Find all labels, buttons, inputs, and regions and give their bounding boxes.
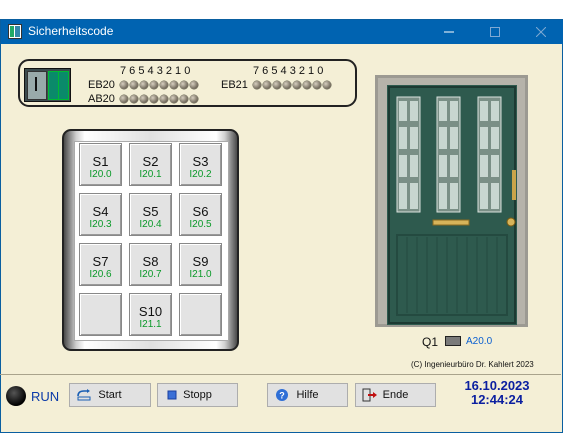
window-title: Sicherheitscode [28,24,114,38]
output-q1-label: Q1 [422,335,439,349]
key-s4[interactable]: S4 I20.3 [79,193,122,236]
minimize-icon [444,31,454,33]
close-button[interactable] [518,20,563,44]
key-s6[interactable]: S6 I20.5 [179,193,222,236]
maximize-button[interactable] [472,20,518,44]
eb21-label: EB21 [221,79,248,91]
output-q1-indicator [445,336,461,346]
ab20-leds [120,95,198,103]
copyright-text: (C) Ingenieurbüro Dr. Kahlert 2023 [411,360,534,369]
app-icon [8,24,22,39]
key-s1[interactable]: S1 I20.0 [79,143,122,186]
key-blank-right[interactable] [179,293,222,336]
key-s9[interactable]: S9 I21.0 [179,243,222,286]
eb21-leds [253,81,331,89]
key-s8[interactable]: S8 I20.7 [129,243,172,286]
key-blank-left[interactable] [79,293,122,336]
key-s10[interactable]: S10 I21.1 [129,293,172,336]
plc-icon [24,68,71,102]
date-text: 16.10.2023 [464,378,530,393]
output-q1-address: A20.0 [466,336,493,347]
eb20-label: EB20 [88,79,115,91]
key-s5[interactable]: S5 I20.4 [129,193,172,236]
hilfe-button[interactable]: ? Hilfe [267,383,348,407]
close-icon [536,27,546,37]
stopp-button[interactable]: Stopp [157,383,238,407]
separator [0,374,561,375]
keypad: S1 I20.0 S2 I20.1 S3 I20.2 S4 I20.3 S5 I20.4 … [62,129,239,351]
key-s3[interactable]: S3 I20.2 [179,143,222,186]
time-text: 12:44:24 [470,392,524,407]
minimize-button[interactable] [426,20,472,44]
start-button[interactable]: Start [69,383,151,407]
door-image [375,75,528,327]
run-label: RUN [31,389,60,404]
io-status-panel: 7 6 5 4 3 2 1 0 7 6 5 4 3 2 1 0 EB20 EB2… [18,59,357,107]
title-bar: Sicherheitscode [1,20,563,44]
run-indicator-led [6,386,26,406]
key-s2[interactable]: S2 I20.1 [129,143,172,186]
ab20-label: AB20 [88,93,115,105]
maximize-icon [490,27,500,37]
key-s7[interactable]: S7 I20.6 [79,243,122,286]
eb20-leds [120,81,198,89]
eb20-bit-numbers: 7 6 5 4 3 2 1 0 [120,65,191,77]
eb21-bit-numbers: 7 6 5 4 3 2 1 0 [253,65,324,77]
datetime-display: 16.10.2023 12:44:24 [452,379,542,407]
ende-button[interactable]: Ende [355,383,436,407]
